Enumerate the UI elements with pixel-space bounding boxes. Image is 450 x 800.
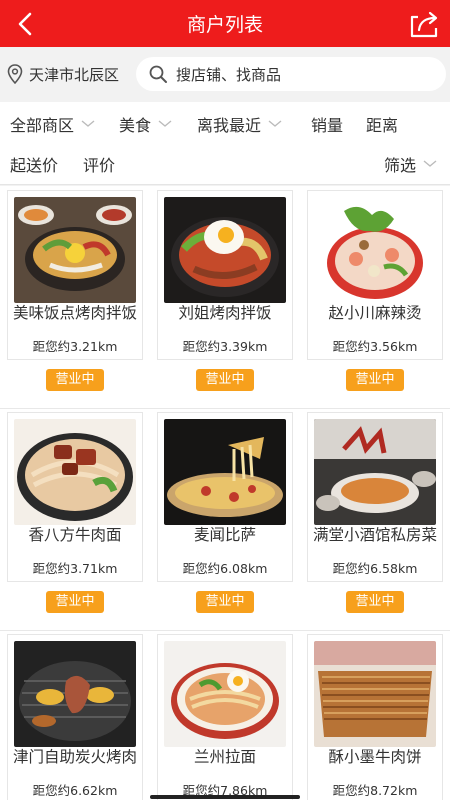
merchant-photo [164,641,286,747]
header-bar: 商户列表 [0,0,450,47]
filter-sales[interactable]: 销量 [311,112,343,136]
merchant-photo [314,419,436,525]
merchant-distance: 距您约3.39km [182,339,268,354]
merchant-photo [314,197,436,303]
chevron-down-icon [158,120,172,127]
merchant-card[interactable]: 酥小墨牛肉饼 距您约8.72km [307,634,443,800]
merchant-card[interactable]: 兰州拉面 距您约7.86km [157,634,293,800]
page-title: 商户列表 [186,14,263,36]
chevron-down-icon [268,120,282,127]
merchant-photo [164,197,286,303]
location-search-bar: 天津市北辰区 搜店铺、找商品 [0,47,450,102]
share-icon[interactable] [408,8,442,40]
home-indicator [150,795,300,799]
merchant-distance: 距您约6.08km [182,561,268,576]
merchant-distance: 距您约8.72km [332,783,418,798]
merchant-distance: 距您约6.62km [32,783,118,798]
merchant-name: 满堂小酒馆私房菜 [312,526,437,544]
filter-food[interactable]: 美食 [119,112,172,136]
merchant-card[interactable]: 赵小川麻辣烫 距您约3.56km [307,190,443,360]
merchant-card[interactable]: 津门自助炭火烤肉 距您约6.62km [7,634,143,800]
filter-more[interactable]: 筛选 [384,152,437,176]
status-badge: 营业中 [346,591,404,613]
location-pin-icon [7,64,23,85]
search-placeholder: 搜店铺、找商品 [176,65,282,84]
merchant-photo [14,641,136,747]
chevron-down-icon [81,120,95,127]
status-badge: 营业中 [346,369,404,391]
filter-nearest[interactable]: 离我最近 [197,112,282,136]
merchant-card[interactable]: 刘姐烤肉拌饭 距您约3.39km [157,190,293,360]
row-divider [0,630,450,631]
filter-distance[interactable]: 距离 [366,112,398,136]
chevron-down-icon [423,160,437,167]
merchant-name: 香八方牛肉面 [28,526,122,544]
filter-min-delivery[interactable]: 起送价 [10,152,58,176]
merchant-name: 美味饭点烤肉拌饭 [12,304,137,322]
status-badge: 营业中 [46,591,104,613]
merchant-distance: 距您约3.56km [332,339,418,354]
merchant-name: 刘姐烤肉拌饭 [178,304,272,322]
filter-all-areas-label: 全部商区 [10,116,75,135]
merchant-name: 酥小墨牛肉饼 [328,748,422,766]
search-icon [149,65,167,83]
merchant-name: 赵小川麻辣烫 [328,304,422,322]
merchant-distance: 距您约3.21km [32,339,118,354]
merchant-distance: 距您约3.71km [32,561,118,576]
filter-rating[interactable]: 评价 [83,152,115,176]
row-divider [0,408,450,409]
merchant-card[interactable]: 满堂小酒馆私房菜 距您约6.58km [307,412,443,582]
merchant-name: 兰州拉面 [193,748,256,766]
status-badge: 营业中 [196,591,254,613]
merchant-name: 麦闻比萨 [193,526,256,544]
filter-food-label: 美食 [119,116,152,135]
filter-all-areas[interactable]: 全部商区 [10,112,95,136]
status-badge: 营业中 [196,369,254,391]
divider [0,184,450,185]
search-input[interactable]: 搜店铺、找商品 [136,57,446,91]
merchant-card[interactable]: 麦闻比萨 距您约6.08km [157,412,293,582]
location-text: 天津市北辰区 [29,65,120,84]
location-selector[interactable]: 天津市北辰区 [6,61,119,87]
merchant-distance: 距您约6.58km [332,561,418,576]
filter-nearest-label: 离我最近 [197,116,262,135]
merchant-photo [14,197,136,303]
merchant-photo [14,419,136,525]
merchant-photo [164,419,286,525]
filter-more-label: 筛选 [384,156,417,175]
merchant-grid: 美味饭点烤肉拌饭 距您约3.21km 刘姐烤肉拌饭 距您约3.39km 赵小川麻… [0,186,450,800]
filter-bar: 全部商区 美食 离我最近 销量 距离 起送价 评价 筛选 [0,102,450,184]
merchant-card[interactable]: 香八方牛肉面 距您约3.71km [7,412,143,582]
merchant-name: 津门自助炭火烤肉 [12,748,137,766]
merchant-card[interactable]: 美味饭点烤肉拌饭 距您约3.21km [7,190,143,360]
status-badge: 营业中 [46,369,104,391]
merchant-photo [314,641,436,747]
